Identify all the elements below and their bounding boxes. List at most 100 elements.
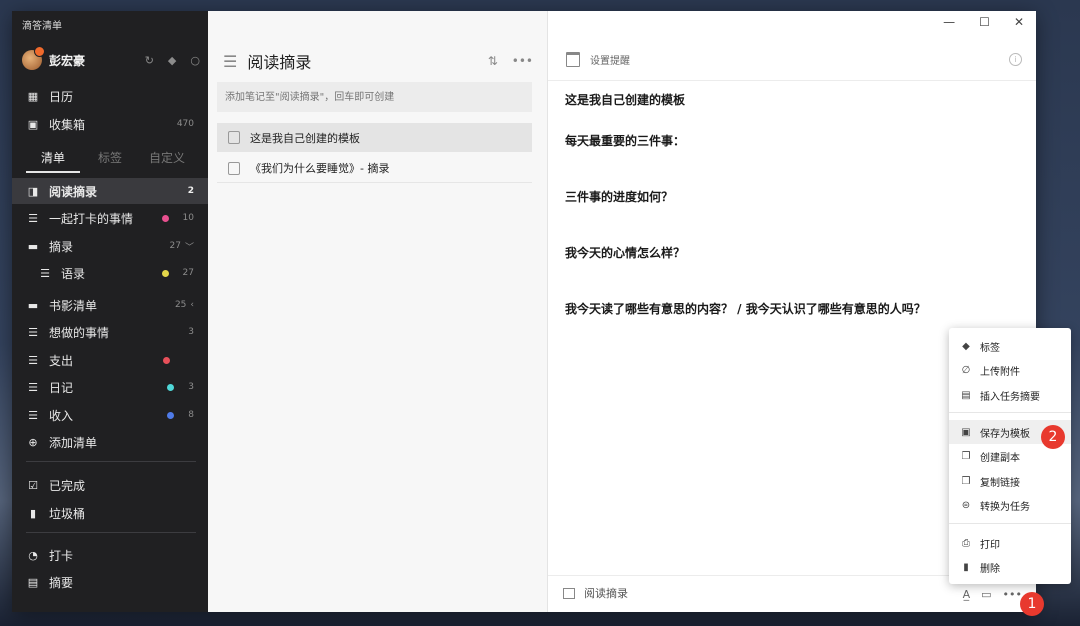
- annotation-badge-1: 1: [1020, 592, 1044, 616]
- note-list-panel: ☰ 阅读摘录 ⇅ ••• 这是我自己创建的模板 《我们为什么要睡觉》- 摘录: [208, 11, 548, 612]
- set-reminder-button[interactable]: 设置提醒: [590, 52, 630, 67]
- info-icon[interactable]: i: [1009, 53, 1022, 66]
- color-dot: [167, 411, 175, 419]
- summary-icon: ▤: [27, 575, 39, 589]
- color-dot: [161, 269, 169, 277]
- clipboard-icon: ▤: [961, 389, 971, 401]
- menu-item-tag[interactable]: ◆ 标签: [949, 334, 1071, 358]
- inbox-icon: ▣: [27, 117, 39, 131]
- color-dot: [167, 383, 175, 391]
- sidebar-item-wishlist[interactable]: ☰ 想做的事情 3: [12, 319, 208, 345]
- note-line[interactable]: 我今天读了哪些有意思的内容？ / 我今天认识了哪些有意思的人吗？: [565, 300, 926, 317]
- sidebar: 滴答清单 彭宏豪 ↻ ◆ ○ ▦ 日历 ▣ 收集箱 470 清单 标签 自定义 …: [12, 11, 208, 612]
- calendar-icon: ▦: [27, 89, 39, 103]
- sidebar-item-diary[interactable]: ☰ 日记 3: [12, 374, 208, 400]
- footer-list-name[interactable]: 阅读摘录: [584, 585, 628, 601]
- close-icon[interactable]: ✕: [1014, 15, 1024, 29]
- sidebar-item-books-movies[interactable]: ▬ 书影清单 25 ‹: [12, 292, 208, 318]
- plus-circle-icon: ⊕: [28, 435, 38, 449]
- sidebar-item-reading-notes[interactable]: ◨ 阅读摘录 2: [12, 178, 208, 204]
- sidebar-item-calendar[interactable]: ▦ 日历: [12, 83, 208, 109]
- color-dot: [163, 356, 170, 364]
- menu-item-print[interactable]: ⎙ 打印: [949, 531, 1071, 555]
- sidebar-item-trash[interactable]: ▮ 垃圾桶: [12, 500, 208, 526]
- sidebar-tabs: 清单 标签 自定义: [26, 149, 194, 173]
- chevron-down-icon[interactable]: ﹀: [185, 240, 194, 253]
- menu-item-convert-task[interactable]: ⊜ 转换为任务: [949, 493, 1071, 517]
- list-icon: ☰: [28, 325, 38, 339]
- minimize-icon[interactable]: —: [943, 15, 955, 29]
- sidebar-item-excerpts-folder[interactable]: ▬ 摘录 27 ﹀: [12, 233, 208, 259]
- calendar-icon[interactable]: [566, 52, 580, 67]
- tab-custom[interactable]: 自定义: [140, 149, 194, 173]
- checkbox-icon: ☑: [28, 478, 38, 492]
- list-header: ☰ 阅读摘录 ⇅ •••: [223, 49, 533, 73]
- sidebar-item-habit[interactable]: ◔ 打卡: [12, 542, 208, 568]
- more-icon[interactable]: •••: [512, 54, 533, 68]
- trash-icon: ▮: [29, 506, 37, 520]
- user-row[interactable]: 彭宏豪 ↻ ◆ ○: [22, 46, 200, 70]
- list-icon: ☰: [28, 408, 38, 422]
- add-list-button[interactable]: ⊕ 添加清单: [12, 429, 208, 455]
- comment-icon[interactable]: ▭: [981, 588, 991, 601]
- menu-item-copy-link[interactable]: ❒ 复制链接: [949, 469, 1071, 493]
- note-line[interactable]: 三件事的进度如何？: [565, 188, 673, 205]
- note-line[interactable]: 每天最重要的三件事：: [565, 132, 685, 149]
- text-format-icon[interactable]: A̲: [963, 588, 971, 601]
- save-icon: ▣: [961, 426, 971, 438]
- more-icon[interactable]: •••: [1003, 588, 1022, 601]
- sidebar-item-quotes[interactable]: ☰ 语录 27: [12, 260, 208, 286]
- divider: [26, 461, 196, 462]
- chevron-left-icon[interactable]: ‹: [190, 300, 194, 310]
- menu-icon[interactable]: ☰: [223, 52, 237, 71]
- tab-lists[interactable]: 清单: [26, 149, 80, 173]
- link-icon: ❒: [961, 475, 971, 487]
- note-item[interactable]: 《我们为什么要睡觉》- 摘录: [217, 154, 532, 183]
- divider: [949, 523, 1071, 524]
- tag-icon: ◆: [962, 340, 970, 352]
- bell-icon[interactable]: ◆: [168, 54, 176, 67]
- list-title: 阅读摘录: [247, 53, 312, 72]
- maximize-icon[interactable]: ☐: [979, 15, 990, 29]
- note-icon: [228, 131, 240, 144]
- app-title: 滴答清单: [22, 21, 62, 32]
- note-item[interactable]: 这是我自己创建的模板: [217, 123, 532, 152]
- convert-icon: ⊜: [961, 499, 971, 511]
- list-icon: ☰: [28, 380, 38, 394]
- sidebar-item-expenses[interactable]: ☰ 支出: [12, 347, 208, 373]
- divider: [548, 80, 1036, 81]
- add-note-input[interactable]: [217, 82, 532, 112]
- note-list-icon: ◨: [27, 184, 39, 198]
- note-icon: [228, 161, 240, 175]
- detail-footer: 阅读摘录: [563, 585, 628, 601]
- color-dot: [161, 214, 169, 222]
- folder-icon: ▬: [27, 239, 39, 253]
- list-icon: ☰: [28, 353, 38, 367]
- user-name: 彭宏豪: [49, 53, 86, 68]
- tab-tags[interactable]: 标签: [83, 149, 137, 173]
- sidebar-item-summary[interactable]: ▤ 摘要: [12, 569, 208, 595]
- detail-header: 设置提醒 i: [566, 52, 1022, 67]
- divider: [949, 412, 1071, 413]
- notification-dot: [34, 46, 45, 57]
- clock-icon: ◔: [28, 548, 38, 562]
- copy-icon: ❐: [961, 450, 971, 462]
- avatar[interactable]: [22, 46, 45, 70]
- paperclip-icon: ∅: [961, 364, 971, 376]
- sidebar-item-income[interactable]: ☰ 收入 8: [12, 402, 208, 428]
- menu-item-delete[interactable]: ▮ 删除: [949, 555, 1071, 579]
- sync-icon[interactable]: ↻: [145, 54, 154, 67]
- sidebar-item-completed[interactable]: ☑ 已完成: [12, 472, 208, 498]
- menu-item-insert-summary[interactable]: ▤ 插入任务摘要: [949, 383, 1071, 407]
- app-window: 滴答清单 彭宏豪 ↻ ◆ ○ ▦ 日历 ▣ 收集箱 470 清单 标签 自定义 …: [12, 11, 1036, 612]
- menu-item-attach[interactable]: ∅ 上传附件: [949, 358, 1071, 382]
- search-icon[interactable]: ○: [190, 54, 200, 67]
- folder-icon: ▬: [27, 298, 39, 312]
- note-title[interactable]: 这是我自己创建的模板: [565, 91, 685, 108]
- sidebar-item-inbox[interactable]: ▣ 收集箱 470: [12, 111, 208, 137]
- note-line[interactable]: 我今天的心情怎么样？: [565, 244, 685, 261]
- sort-icon[interactable]: ⇅: [488, 54, 498, 68]
- inbox-icon: [563, 587, 575, 599]
- sidebar-item-checkin-together[interactable]: ☰ 一起打卡的事情 10: [12, 205, 208, 231]
- list-icon: ☰: [40, 266, 50, 280]
